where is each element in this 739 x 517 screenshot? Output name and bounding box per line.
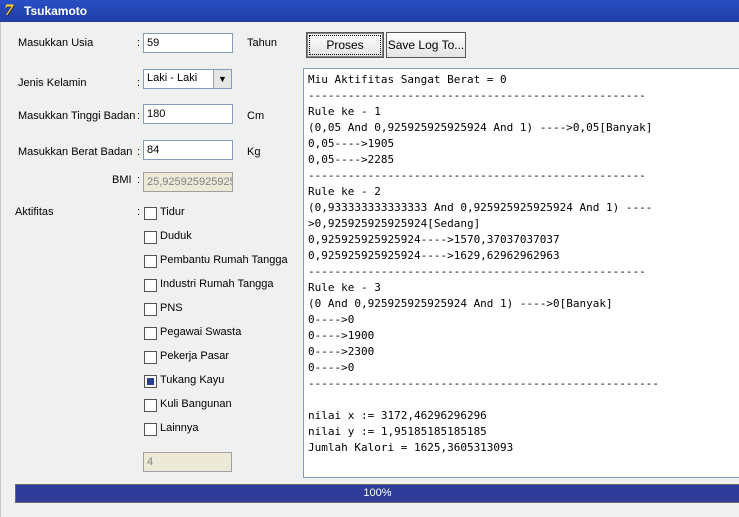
checkbox-box[interactable] [144, 399, 157, 412]
log-line: (0,05 And 0,925925925925924 And 1) ---->… [308, 121, 653, 134]
checkbox-box[interactable] [144, 327, 157, 340]
log-line: Miu Aktifitas Sangat Berat = 0 [308, 73, 507, 86]
berat-input[interactable]: 84 [143, 140, 233, 160]
checkbox-label: Tukang Kayu [160, 374, 225, 386]
aktifitas-colon: : [137, 206, 141, 218]
log-line: ----------------------------------------… [308, 89, 646, 102]
log-line: ----------------------------------------… [308, 169, 646, 182]
main-form: Masukkan Usia : 59 Tahun Jenis Kelamin :… [0, 22, 739, 517]
log-textarea[interactable]: Miu Aktifitas Sangat Berat = 0 ---------… [303, 68, 739, 478]
aktifitas-label: Aktifitas [15, 206, 54, 218]
usia-label: Masukkan Usia [18, 37, 94, 49]
log-line: >0,925925925925924[Sedang] [308, 217, 481, 230]
jenis-kelamin-select[interactable]: Laki - Laki ▼ [143, 69, 232, 89]
berat-unit: Kg [247, 146, 261, 158]
checkbox-label: Lainnya [160, 422, 199, 434]
tinggi-label: Masukkan Tinggi Badan [18, 110, 136, 122]
checkbox-box[interactable] [144, 207, 157, 220]
log-line: 0,05---->1905 [308, 137, 395, 150]
checkbox-label: Tidur [160, 206, 185, 218]
checkbox-box[interactable] [144, 255, 157, 268]
usia-colon: : [137, 37, 141, 49]
checkbox-box[interactable] [144, 351, 157, 364]
dropdown-arrow-icon[interactable]: ▼ [213, 70, 231, 88]
title-bar[interactable]: 7 Tsukamoto [0, 0, 739, 22]
berat-label: Masukkan Berat Badan [18, 146, 133, 158]
log-line: 0,05---->2285 [308, 153, 395, 166]
tinggi-unit: Cm [247, 110, 265, 122]
log-line: 0---->2300 [308, 345, 375, 358]
checkbox-label: Industri Rumah Tangga [160, 278, 274, 290]
log-line: 0,925925925925924---->1629,62962962963 [308, 249, 560, 262]
checkbox-box[interactable] [144, 231, 157, 244]
checkbox-label: Kuli Bangunan [160, 398, 232, 410]
bmi-output: 25,9259259259259 [143, 172, 233, 192]
usia-input[interactable]: 59 [143, 33, 233, 53]
log-line: Rule ke - 1 [308, 105, 381, 118]
tinggi-colon: : [137, 110, 141, 122]
checkbox-label: Duduk [160, 230, 192, 242]
log-line: (0 And 0,925925925925924 And 1) ---->0[B… [308, 297, 613, 310]
checkbox-box-checked[interactable] [144, 375, 157, 388]
berat-colon: : [137, 146, 141, 158]
progress-label: 100% [363, 487, 392, 499]
checkbox-label: Pegawai Swasta [160, 326, 242, 338]
progress-bar: 100% [15, 484, 739, 503]
checkbox-label: Pekerja Pasar [160, 350, 230, 362]
tinggi-input[interactable]: 180 [143, 104, 233, 124]
usia-unit: Tahun [247, 37, 277, 49]
log-line: ----------------------------------------… [308, 377, 659, 390]
checkbox-box[interactable] [144, 303, 157, 316]
checkbox-label: PNS [160, 302, 183, 314]
log-line: 0---->0 [308, 361, 355, 374]
log-line: nilai x := 3172,46296296296 [308, 409, 487, 422]
save-log-button[interactable]: Save Log To... [386, 32, 466, 58]
aktifitas-index-output: 4 [143, 452, 232, 472]
proses-button[interactable]: Proses [306, 32, 384, 58]
log-line: Rule ke - 3 [308, 281, 381, 294]
log-line: (0,933333333333333 And 0,925925925925924… [308, 201, 653, 214]
window-title: Tsukamoto [24, 4, 88, 18]
log-line: ----------------------------------------… [308, 265, 646, 278]
jenis-kelamin-colon: : [137, 77, 141, 89]
log-line: Rule ke - 2 [308, 185, 381, 198]
log-line: 0,925925925925924---->1570,37037037037 [308, 233, 560, 246]
log-line: 0---->0 [308, 313, 355, 326]
delphi-icon[interactable]: 7 [4, 3, 20, 19]
bmi-label: BMI [112, 174, 132, 186]
log-line: Jumlah Kalori = 1625,3605313093 [308, 441, 514, 454]
checkbox-label: Pembantu Rumah Tangga [160, 254, 288, 266]
log-line: nilai y := 1,95185185185185 [308, 425, 487, 438]
checkbox-box[interactable] [144, 279, 157, 292]
checkbox-box[interactable] [144, 423, 157, 436]
bmi-colon: : [137, 174, 141, 186]
jenis-kelamin-label: Jenis Kelamin [18, 77, 87, 89]
jenis-kelamin-value: Laki - Laki [147, 72, 198, 84]
log-line: 0---->1900 [308, 329, 375, 342]
